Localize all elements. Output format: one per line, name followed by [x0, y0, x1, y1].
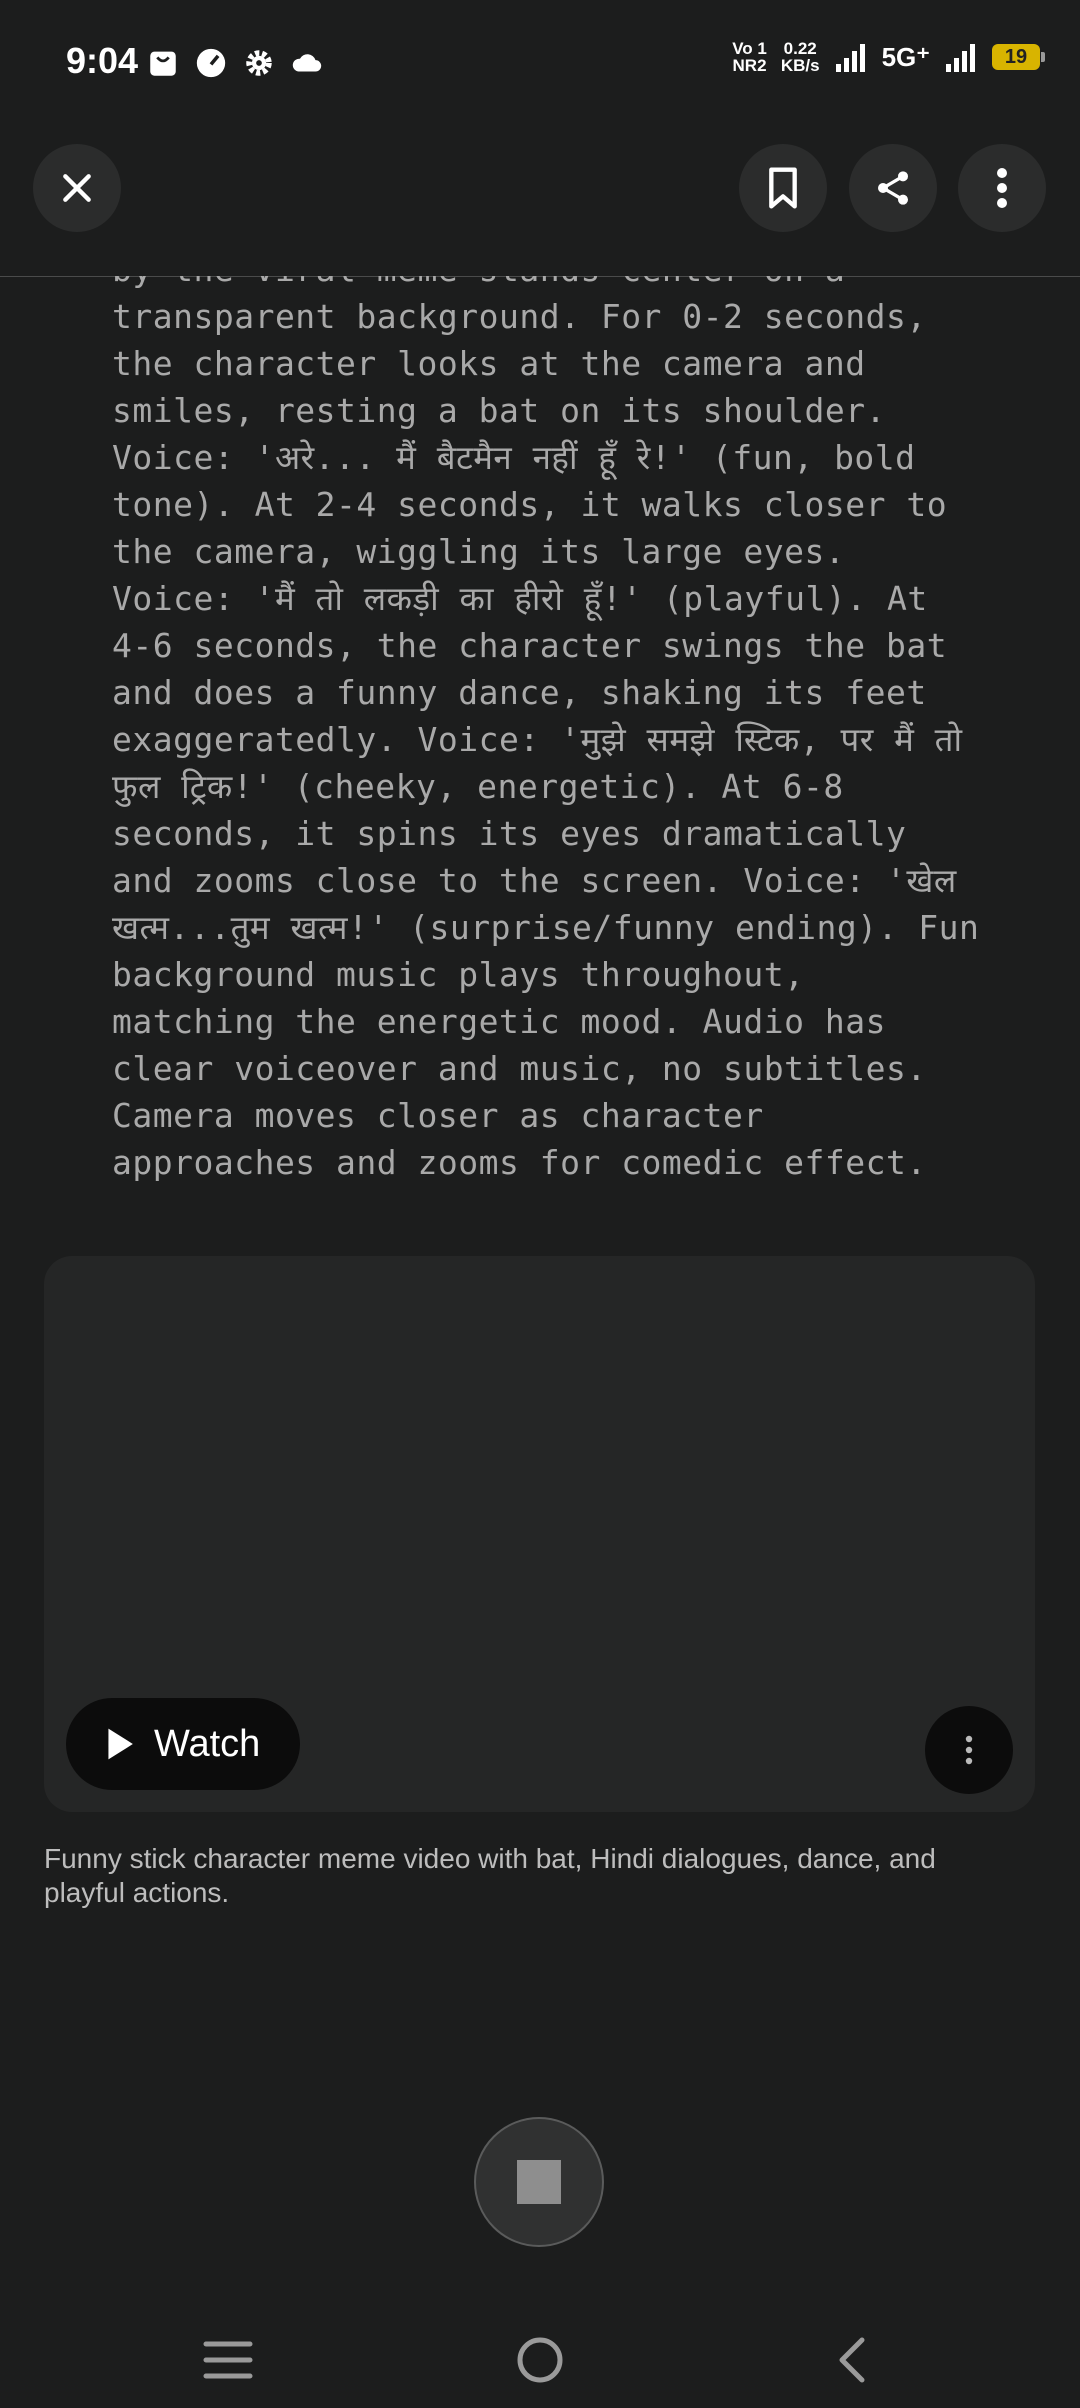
video-card[interactable]: Watch: [44, 1256, 1035, 1812]
watch-label: Watch: [154, 1722, 261, 1765]
nav-home-button[interactable]: [510, 2330, 570, 2390]
bookmark-icon: [769, 167, 797, 209]
nav-recents-button[interactable]: [198, 2330, 258, 2390]
bag-icon: [150, 51, 176, 76]
stop-icon: [517, 2160, 561, 2204]
home-circle-icon: [517, 2337, 563, 2383]
more-options-button[interactable]: [958, 144, 1046, 232]
more-vertical-icon: [997, 168, 1007, 208]
prompt-text: by the viral meme stands center on a tra…: [112, 276, 980, 1182]
top-toolbar: [0, 128, 1080, 277]
system-nav-bar: [0, 2300, 1080, 2408]
prompt-scroll-area[interactable]: by the viral meme stands center on a tra…: [0, 276, 1080, 1236]
share-icon: [878, 171, 908, 205]
volte-indicator: Vo 1 NR2: [732, 39, 767, 75]
share-button[interactable]: [849, 144, 937, 232]
nav-back-button[interactable]: [822, 2330, 882, 2390]
stop-button[interactable]: [474, 2117, 604, 2247]
watch-button[interactable]: Watch: [66, 1698, 300, 1790]
close-icon: [63, 174, 91, 202]
status-time: 9:04: [66, 40, 139, 81]
speedometer-icon: [196, 48, 226, 78]
bookmark-button[interactable]: [739, 144, 827, 232]
network-speed: 0.22 KB/s: [780, 39, 820, 75]
signal-icon: [835, 44, 865, 72]
status-right-icons: Vo 1 NR2 0.22 KB/s 5G⁺ 19: [732, 39, 1045, 75]
status-bar: 9:04 Vo 1 NR2 0.22 KB/s 5G⁺ 19: [0, 0, 1080, 128]
gear-icon: [246, 50, 272, 76]
network-type: 5G⁺: [881, 41, 930, 72]
close-button[interactable]: [33, 144, 121, 232]
cloud-icon: [292, 54, 322, 72]
video-caption: Funny stick character meme video with ba…: [44, 1843, 936, 1908]
video-more-button[interactable]: [925, 1706, 1013, 1794]
more-vertical-icon: [965, 1735, 973, 1765]
status-left-icons: [146, 46, 324, 80]
signal-icon: [946, 44, 975, 72]
play-icon: [108, 1728, 133, 1760]
back-chevron-icon: [839, 2337, 865, 2383]
battery-icon: 19: [992, 44, 1045, 70]
menu-icon: [203, 2341, 253, 2379]
